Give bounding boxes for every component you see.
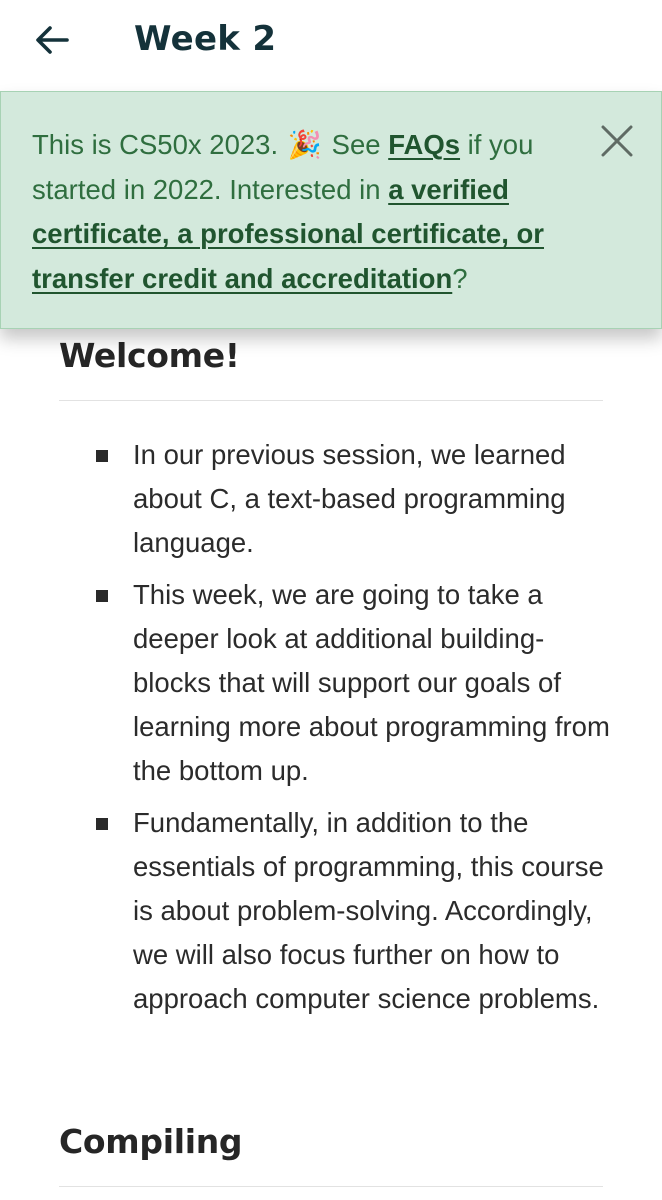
bullet-list: In our previous session, we learned abou… (0, 433, 662, 1029)
banner-text-segment: This is CS50x 2023. (32, 129, 279, 160)
list-item: In our previous session, we learned abou… (0, 433, 662, 566)
section-heading-compiling: Compiling (59, 1122, 243, 1161)
list-item-text: Fundamentally, in addition to the essent… (133, 806, 604, 1015)
section-divider (59, 1186, 603, 1187)
banner-text-segment: ? (452, 262, 468, 294)
page-title: Week 2 (134, 19, 277, 59)
back-button[interactable] (30, 18, 74, 62)
banner-message: This is CS50x 2023. 🎉 See FAQs if you st… (32, 123, 552, 301)
close-banner-button[interactable] (594, 118, 640, 164)
section-divider (59, 400, 603, 401)
top-app-bar: Week 2 (0, 0, 662, 90)
list-item: Fundamentally, in addition to the essent… (0, 801, 662, 1022)
bullet-marker (96, 817, 108, 830)
arrow-left-icon (36, 26, 69, 54)
list-item-text: This week, we are going to take a deeper… (133, 578, 610, 787)
close-icon (601, 125, 633, 157)
list-item-text: In our previous session, we learned abou… (133, 439, 566, 559)
section-heading-welcome: Welcome! (59, 336, 240, 375)
announcement-banner: This is CS50x 2023. 🎉 See FAQs if you st… (0, 91, 662, 329)
list-item: This week, we are going to take a deeper… (0, 573, 662, 794)
party-popper-icon: 🎉 (287, 129, 322, 160)
bullet-marker (96, 589, 108, 602)
bullet-marker (96, 450, 108, 462)
faqs-link[interactable]: FAQs (388, 129, 460, 160)
banner-text-segment: See (331, 129, 381, 160)
